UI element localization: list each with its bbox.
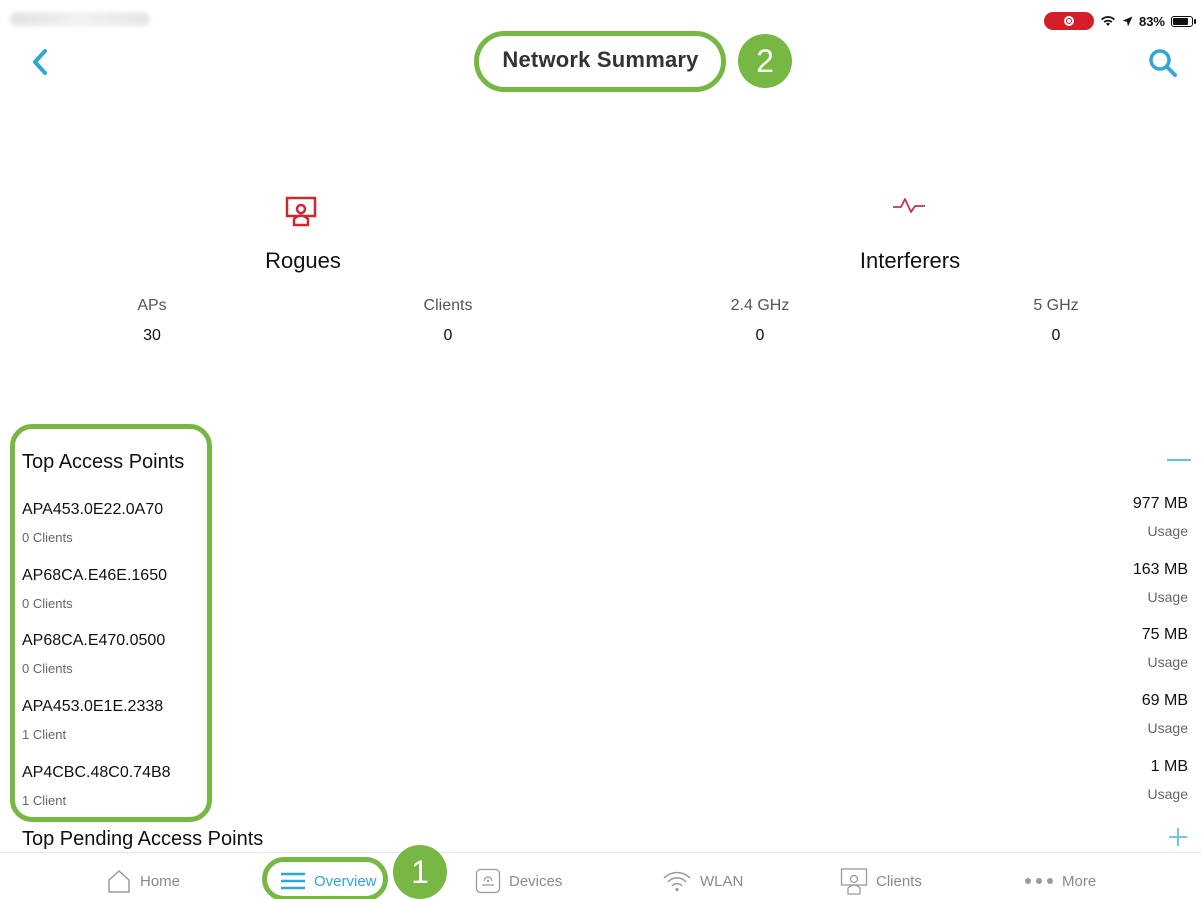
expand-plus-icon[interactable]	[1167, 826, 1189, 848]
tab-label: Clients	[876, 872, 922, 890]
ap-usage-value: 977 MB	[1132, 495, 1188, 512]
more-dots-icon	[1025, 878, 1053, 884]
title-highlight-callout	[474, 31, 726, 92]
clients-icon	[840, 868, 868, 895]
overview-tab-highlight-callout	[262, 857, 388, 899]
device-icon	[475, 868, 501, 894]
tab-label: WLAN	[700, 872, 744, 890]
battery-icon	[1171, 15, 1196, 27]
rogues-heading: Rogues	[265, 248, 341, 273]
bottom-tab-bar: Home Overview Devices WLAN Clients More	[0, 852, 1201, 899]
tab-clients[interactable]: Clients	[840, 867, 922, 895]
search-icon	[1149, 49, 1177, 77]
ap-usage-value: 75 MB	[1141, 626, 1188, 643]
collapse-minus-icon[interactable]	[1167, 459, 1191, 461]
location-arrow-icon	[1122, 16, 1133, 26]
interferers-24ghz-value[interactable]: 0	[680, 327, 840, 345]
home-icon	[108, 870, 130, 893]
screen-recording-indicator	[1043, 12, 1094, 30]
ap-usage-value: 163 MB	[1132, 561, 1188, 578]
interferers-heading: Interferers	[859, 248, 961, 273]
ap-usage-value: 69 MB	[1141, 692, 1188, 709]
tab-label: Home	[140, 872, 181, 890]
tab-wlan[interactable]: WLAN	[662, 867, 743, 895]
tab-label: More	[1062, 872, 1097, 890]
rogue-aps-value[interactable]: 30	[72, 327, 232, 345]
tab-devices[interactable]: Devices	[475, 867, 562, 895]
interferers-5ghz-label: 5 GHz	[1033, 297, 1079, 314]
ap-usage-label: Usage	[1147, 654, 1188, 670]
top-access-points-highlight-callout	[10, 424, 212, 822]
tab-more[interactable]: More	[1024, 867, 1096, 895]
rogue-ap-icon	[285, 196, 317, 227]
wifi-status-icon	[1100, 16, 1115, 26]
carrier-text-blurred	[10, 12, 150, 26]
ap-usage-label: Usage	[1147, 720, 1188, 736]
tab-home[interactable]: Home	[106, 867, 180, 895]
interferers-24ghz-label: 2.4 GHz	[730, 297, 790, 314]
step-2-badge: 2	[738, 34, 792, 88]
rogue-aps-label: APs	[137, 297, 167, 314]
rogue-clients-label: Clients	[423, 297, 473, 314]
top-pending-access-points-title: Top Pending Access Points	[22, 828, 264, 850]
wifi-icon	[663, 871, 691, 892]
ap-usage-label: Usage	[1147, 523, 1188, 539]
ap-usage-label: Usage	[1147, 786, 1188, 802]
tab-label: Devices	[509, 872, 563, 890]
status-indicators: 83%	[1043, 12, 1196, 30]
interference-wave-icon	[893, 198, 925, 213]
search-button[interactable]	[1145, 44, 1181, 80]
ap-usage-value: 1 MB	[1150, 758, 1188, 775]
rogue-clients-value[interactable]: 0	[368, 327, 528, 345]
step-1-badge: 1	[393, 845, 447, 899]
interferers-5ghz-value[interactable]: 0	[976, 327, 1136, 345]
battery-percentage: 83%	[1138, 13, 1165, 29]
ap-usage-label: Usage	[1147, 589, 1188, 605]
